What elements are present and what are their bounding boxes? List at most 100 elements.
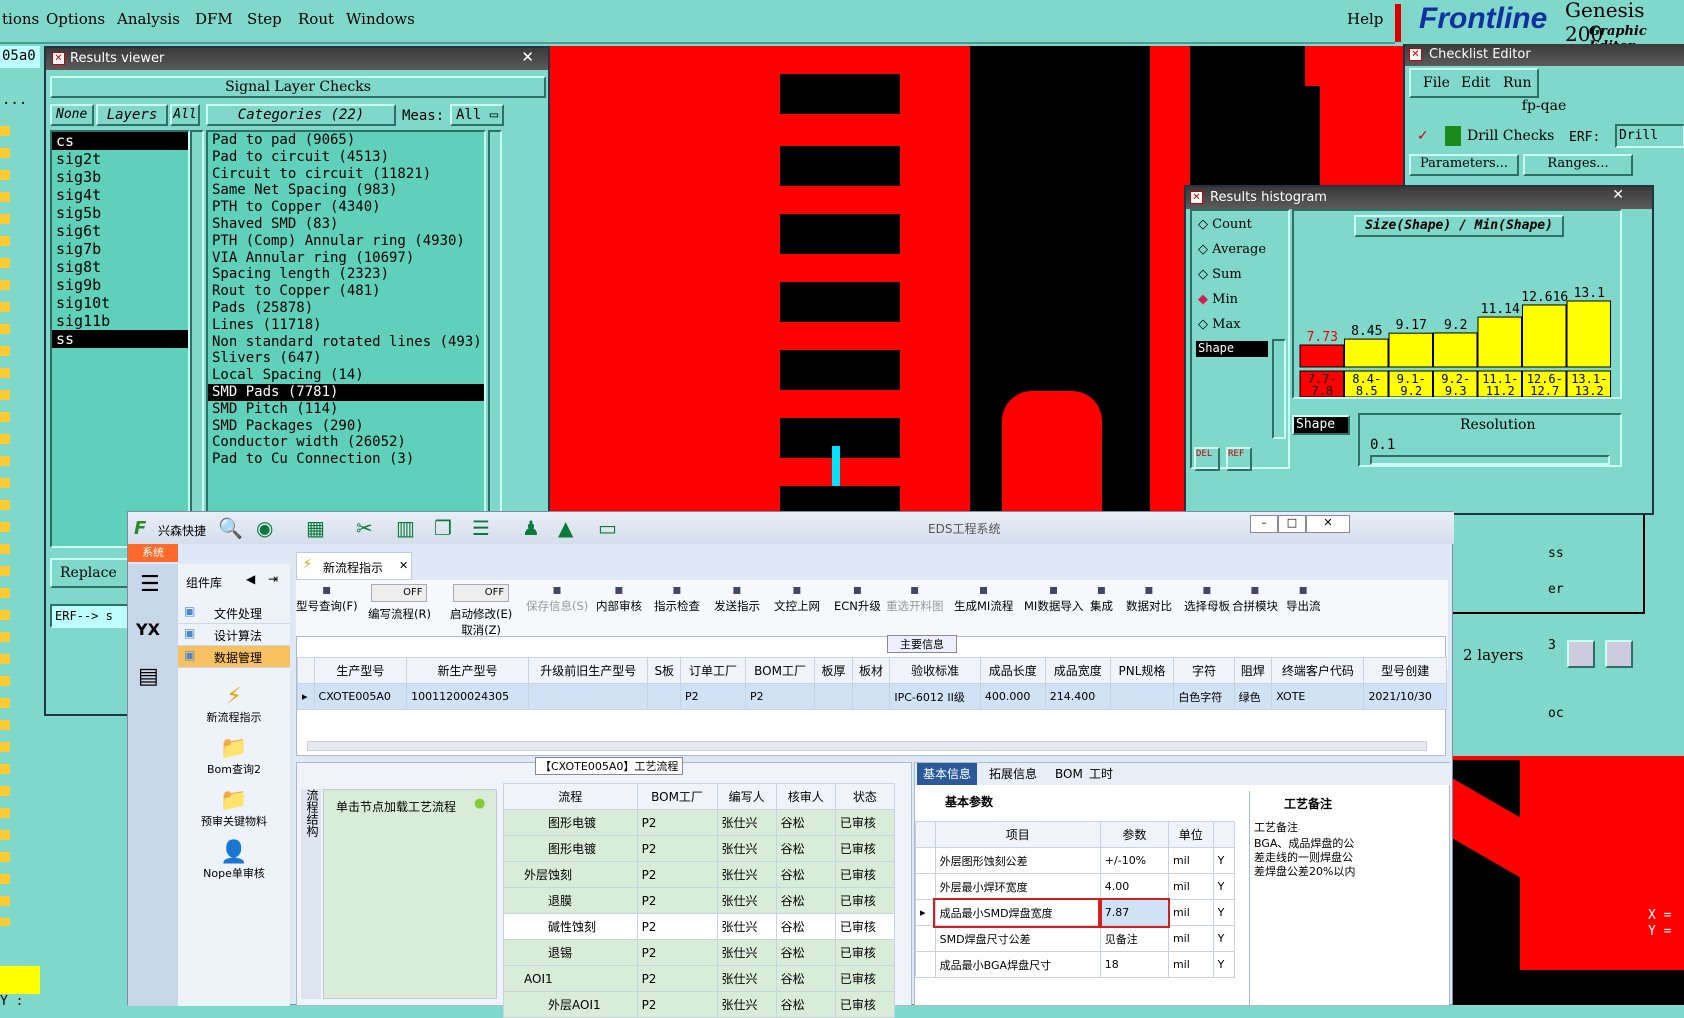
param-header[interactable]: 单位 <box>1167 821 1214 848</box>
category-list[interactable]: Pad to pad (9065) Pad to circuit (4513) Ci… <box>206 130 486 548</box>
toggle-switch[interactable]: OFF <box>371 584 428 602</box>
eds-titlebar[interactable]: F 兴森快捷 🔍 ◉ ▦ ✂ ▥ ❐ ☰ ♟ ▲ ▭ EDS工程系统 – □ ✕ <box>128 512 1454 544</box>
layer-item[interactable]: sig6t <box>52 222 188 240</box>
layers-label[interactable]: Layers <box>96 104 168 126</box>
mode-count[interactable]: ◇ Count <box>1198 217 1252 232</box>
category-item[interactable]: VIA Annular ring (10697) <box>208 250 484 267</box>
param-cell[interactable]: 18 <box>1099 951 1169 978</box>
histogram-titlebar[interactable]: ✕ Results histogram ✕ <box>1186 187 1652 209</box>
monitor-icon[interactable]: ▭ <box>598 516 617 540</box>
toolbar-button[interactable]: ▪ 重选开料图 <box>886 582 944 614</box>
flow-header[interactable]: 流程 <box>503 783 638 810</box>
toolbar-button[interactable]: ▪ 集成 <box>1090 582 1113 614</box>
param-row[interactable]: 外层最小焊环宽度 4.00 mil Y <box>915 873 1236 900</box>
scissors-icon[interactable]: ✂ <box>356 516 373 540</box>
info-tab[interactable]: 基本信息 <box>917 763 978 785</box>
big-nav-item[interactable]: 📁 预审关键物料 <box>178 788 290 840</box>
shape-button[interactable]: Shape <box>1292 415 1350 435</box>
menu-help[interactable]: Help <box>1347 10 1383 28</box>
menu-rout[interactable]: Rout <box>298 10 334 28</box>
toolbar-button[interactable]: ▪ 文控上网 <box>774 582 820 614</box>
window-menu-icon[interactable]: ✕ <box>1190 191 1203 204</box>
mode-sum[interactable]: ◇ Sum <box>1198 267 1242 282</box>
layer-item[interactable]: sig11b <box>52 312 188 330</box>
ranges-button[interactable]: Ranges... <box>1523 154 1633 176</box>
toolbar-button[interactable]: ▪ 生成MI流程 <box>954 582 1013 614</box>
histogram-bar[interactable] <box>1433 332 1478 368</box>
parameters-button[interactable]: Parameters... <box>1409 154 1519 176</box>
layer-item[interactable]: sig4t <box>52 186 188 204</box>
toolbar-button[interactable]: ▪ MI数据导入 <box>1024 582 1083 614</box>
flow-row[interactable]: 碱性蚀刻 P2 张仕兴 谷松 已审核 <box>503 913 896 940</box>
toolbar-button[interactable]: ▪ 保存信息(S) <box>526 582 588 614</box>
category-scrollbar[interactable] <box>488 130 502 548</box>
param-header[interactable]: 项目 <box>934 821 1101 848</box>
maximize-icon[interactable]: □ <box>1278 515 1306 533</box>
layer-item[interactable]: sig8t <box>52 258 188 276</box>
toolbar-button[interactable]: ▪ 指示检查 <box>654 582 700 614</box>
layer-item[interactable]: sig10t <box>52 294 188 312</box>
calculator-icon[interactable]: ▤ <box>138 664 159 689</box>
toolbar-button[interactable]: ▪ ECN升级 <box>834 582 881 614</box>
close-icon[interactable]: ✕ <box>1612 187 1624 203</box>
toolbar-button[interactable]: ▪ 选择母板 <box>1184 582 1230 614</box>
erf-value[interactable]: Drill <box>1615 124 1684 148</box>
category-item[interactable]: PTH to Copper (4340) <box>208 199 484 216</box>
param-cell[interactable]: 见备注 <box>1099 925 1169 952</box>
grid-icon[interactable]: ▦ <box>306 516 325 540</box>
main-hscroll[interactable] <box>307 741 1427 751</box>
category-item[interactable]: PTH (Comp) Annular ring (4930) <box>208 233 484 250</box>
menu-options-partial[interactable]: tions <box>2 10 39 28</box>
minimize-icon[interactable]: – <box>1250 515 1278 533</box>
none-button[interactable]: None <box>50 104 94 126</box>
menu-step[interactable]: Step <box>247 10 282 28</box>
toolbar-button[interactable]: OFF 启动修改(E) 取消(Z) <box>450 584 512 638</box>
window-menu-icon[interactable]: ✕ <box>52 52 65 65</box>
all-button[interactable]: All <box>170 104 200 126</box>
layer-item[interactable]: sig7b <box>52 240 188 258</box>
eds-close-icon[interactable]: ✕ <box>1306 515 1350 533</box>
menu-edit[interactable]: Edit <box>1461 75 1490 91</box>
results-viewer-titlebar[interactable]: ✕ Results viewer ✕ <box>46 48 548 70</box>
nav-item[interactable]: ▣ 文件处理 <box>178 602 290 624</box>
layer-item[interactable]: sig3b <box>52 168 188 186</box>
grid-header[interactable]: 终端客户代码 <box>1271 657 1365 684</box>
category-item[interactable]: Pad to circuit (4513) <box>208 149 484 166</box>
param-row[interactable]: 外层图形蚀刻公差 +/-10% mil Y <box>915 847 1236 874</box>
category-item[interactable]: Same Net Spacing (983) <box>208 182 484 199</box>
category-item[interactable]: Shaved SMD (83) <box>208 216 484 233</box>
nav-item[interactable]: ▣ 设计算法 <box>178 624 290 646</box>
param-cell[interactable]: 4.00 <box>1099 873 1169 900</box>
category-item[interactable]: Circuit to circuit (11821) <box>208 166 484 183</box>
layer-item[interactable]: sig5b <box>52 204 188 222</box>
category-item[interactable]: Pad to pad (9065) <box>208 132 484 149</box>
info-tab[interactable]: 拓展信息 <box>983 763 1043 785</box>
flow-row[interactable]: 退膜 P2 张仕兴 谷松 已审核 <box>503 887 896 914</box>
grid-header[interactable]: 验收标准 <box>889 657 981 684</box>
category-item[interactable]: Rout to Copper (481) <box>208 283 484 300</box>
layer-scrollbar[interactable] <box>190 130 204 548</box>
flow-row[interactable]: AOI1 P2 张仕兴 谷松 已审核 <box>503 965 896 992</box>
histogram-bar[interactable] <box>1566 300 1611 368</box>
category-item[interactable]: Local Spacing (14) <box>208 367 484 384</box>
big-nav-item[interactable]: ⚡ 新流程指示 <box>178 684 290 736</box>
flow-header[interactable]: 编写人 <box>716 783 777 810</box>
tab-close-icon[interactable]: ✕ <box>399 559 408 572</box>
toolbar-button[interactable]: ▪ 导出流 <box>1286 582 1321 614</box>
param-cell[interactable]: 7.87 <box>1098 897 1171 928</box>
main-grid[interactable]: 生产型号 新生产型号 升级前旧生产型号 S板 订单工厂 BOM工厂 板厚 板材 验收标准 成品长度… <box>297 657 1447 710</box>
category-item[interactable]: Pads (25878) <box>208 300 484 317</box>
grid-header[interactable]: 板厚 <box>814 657 853 684</box>
histogram-bar[interactable] <box>1344 338 1389 368</box>
mode-average[interactable]: ◇ Average <box>1198 242 1266 257</box>
big-nav-item[interactable]: 📁 Bom查询2 <box>178 736 290 788</box>
collapse-icon[interactable]: ◀ <box>246 572 255 586</box>
film-icon[interactable]: ▥ <box>396 516 415 540</box>
system-tab[interactable]: 系统 <box>128 544 178 562</box>
toolbar-button[interactable]: OFF 编写流程(R) <box>368 584 431 622</box>
menu-analysis[interactable]: Analysis <box>117 10 180 28</box>
layer-item[interactable]: ss <box>52 330 188 348</box>
close-icon[interactable]: ✕ <box>521 48 534 66</box>
category-item[interactable]: Pad to Cu Connection (3) <box>208 451 484 468</box>
grid-header[interactable]: 成品长度 <box>979 657 1046 684</box>
